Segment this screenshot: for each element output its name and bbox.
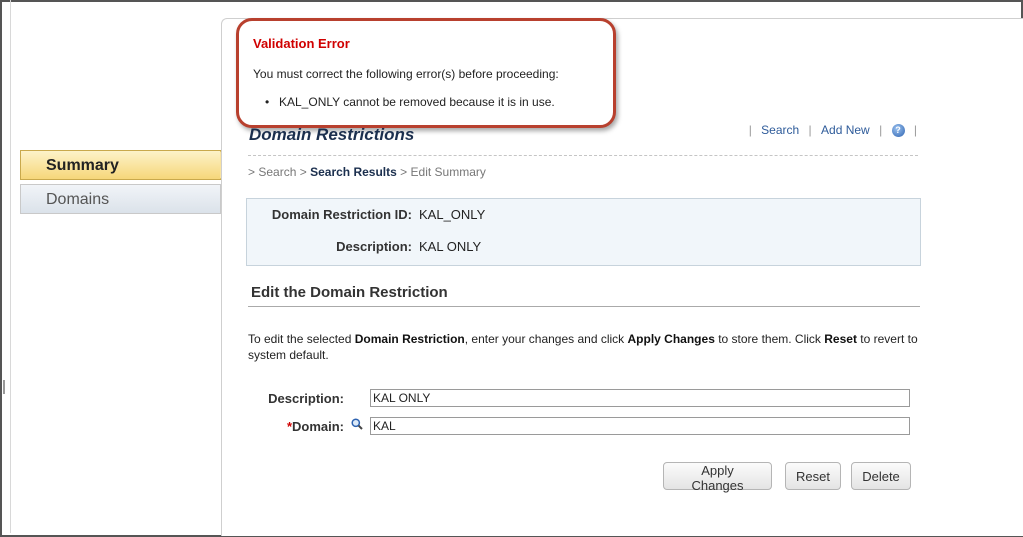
instructions-part: To edit the selected [248,332,355,346]
validation-error-box: Validation Error You must correct the fo… [236,18,616,128]
sidebar-item-summary[interactable]: Summary [20,150,234,180]
section-divider [248,306,920,307]
apply-changes-button[interactable]: Apply Changes [663,462,772,493]
instructions-part: to store them. Click [714,332,825,346]
add-new-link[interactable]: Add New [815,123,876,137]
section-title: Edit the Domain Restriction [251,284,448,301]
sidebar: Summary Domains [20,150,234,214]
link-separator: | [808,123,812,137]
summary-id-label: Domain Restriction ID: [271,207,412,222]
link-separator: | [913,123,917,137]
breadcrumb-current: Edit Summary [410,165,486,179]
title-divider [248,155,918,156]
link-separator: | [879,123,883,137]
breadcrumb-sep: > [248,165,256,179]
breadcrumb-sep: > [400,165,408,179]
breadcrumb: > Search > Search Results > Edit Summary [248,165,486,179]
summary-box: Domain Restriction ID: KAL_ONLY Descript… [246,198,921,266]
domain-label-wrap: *Domain: [224,419,344,434]
sidebar-item-label: Summary [46,157,119,174]
instructions-bold: Domain Restriction [354,332,465,346]
summary-description-label: Description: [336,239,412,254]
top-links: | Search | Add New | ? | [748,123,917,138]
summary-description-value: KAL ONLY [419,239,482,254]
description-input[interactable] [370,389,910,407]
delete-button[interactable]: Delete [851,462,911,490]
sidebar-item-domains[interactable]: Domains [20,184,221,214]
breadcrumb-search-results[interactable]: Search Results [310,165,397,179]
help-icon[interactable]: ? [891,124,905,138]
summary-id-value: KAL_ONLY [419,207,486,222]
error-list-item: KAL_ONLY cannot be removed because it is… [265,95,555,109]
link-separator: | [748,123,752,137]
instructions-bold: Apply Changes [627,332,715,346]
page-title: Domain Restrictions [249,125,415,144]
search-link[interactable]: Search [755,123,805,137]
error-title: Validation Error [253,36,350,51]
domain-label: Domain: [292,419,344,434]
instructions-text: To edit the selected Domain Restriction,… [248,331,920,363]
reset-button[interactable]: Reset [785,462,841,490]
page-edge-divider [10,0,11,533]
breadcrumb-search[interactable]: Search [258,165,296,179]
domain-input[interactable] [370,417,910,435]
resize-grip[interactable] [3,380,5,394]
sidebar-item-label: Domains [46,191,110,208]
description-label: Description: [268,391,344,406]
search-icon[interactable] [351,418,363,430]
error-message: You must correct the following error(s) … [253,67,559,81]
instructions-part: , enter your changes and click [464,332,628,346]
breadcrumb-sep: > [299,165,307,179]
instructions-bold: Reset [824,332,857,346]
